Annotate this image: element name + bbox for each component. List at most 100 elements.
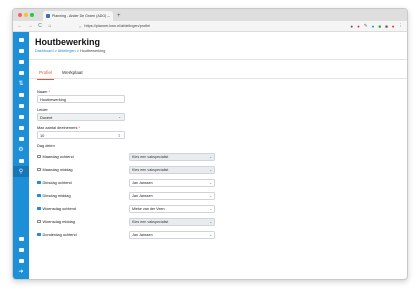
menu-icon[interactable]: ⋮ bbox=[399, 23, 404, 29]
day-part-checkbox[interactable] bbox=[37, 232, 41, 237]
teacher-select[interactable]: Jan Janssen ⌄ bbox=[129, 191, 215, 200]
translate-icon[interactable]: ● bbox=[350, 24, 353, 29]
breadcrumb-current: Houtbewerking bbox=[80, 49, 106, 53]
close-window-button[interactable] bbox=[18, 13, 22, 17]
app-body: ⇅ ⚙ ⚲ ➜ Houtbewerking Dashboard > Afdeli… bbox=[13, 32, 407, 279]
breadcrumb-separator: > bbox=[76, 49, 79, 53]
stepper-icon[interactable]: ⇕ bbox=[118, 133, 121, 138]
chevron-down-icon: ⌄ bbox=[118, 115, 121, 119]
teacher-select-value: Jan Janssen bbox=[132, 193, 153, 198]
day-part-row: Dinsdag middag Jan Janssen ⌄ bbox=[37, 189, 407, 202]
users-icon[interactable] bbox=[13, 67, 29, 78]
teacher-select[interactable]: Jan Janssen ⌄ bbox=[129, 178, 215, 187]
new-tab-button[interactable]: + bbox=[117, 11, 121, 21]
reload-button[interactable]: C bbox=[37, 23, 43, 29]
teacher-select-value: Kies een vakspecialist bbox=[132, 167, 169, 172]
page-title: Houtbewerking bbox=[35, 37, 101, 47]
teacher-select[interactable]: Kies een vakspecialist ⌄ bbox=[129, 165, 215, 174]
car-icon[interactable] bbox=[13, 100, 29, 111]
chevron-down-icon: ⌄ bbox=[209, 232, 212, 237]
maximize-window-button[interactable] bbox=[30, 13, 34, 17]
grid-small-icon[interactable] bbox=[13, 233, 29, 244]
teacher-select[interactable]: Kies een vakspecialist ⌄ bbox=[129, 217, 215, 226]
extension-blue-icon[interactable]: ● bbox=[372, 24, 375, 29]
day-part-checkbox[interactable] bbox=[37, 206, 41, 211]
day-part-checkbox[interactable] bbox=[37, 219, 41, 224]
teacher-select-value: Kies een vakspecialist bbox=[132, 219, 169, 224]
pin-icon[interactable]: ⚲ bbox=[13, 166, 29, 177]
day-part-row: Woensdag middag Kies een vakspecialist ⌄ bbox=[37, 215, 407, 228]
breadcrumb-afdelingen[interactable]: Afdelingen bbox=[58, 49, 76, 53]
day-part-label: Woensdag ochtend bbox=[42, 206, 76, 211]
sidebar-bottom: ➜ bbox=[13, 233, 29, 277]
max-deelnemers-label: Max aantal deelnemers * bbox=[37, 125, 81, 130]
naam-input[interactable]: Houtbewerking bbox=[37, 95, 125, 103]
profile-icon[interactable]: ● bbox=[392, 24, 395, 29]
breadcrumb-dashboard[interactable]: Dashboard bbox=[35, 49, 54, 53]
day-part-checkbox[interactable] bbox=[37, 193, 41, 198]
favicon-icon bbox=[46, 14, 50, 18]
max-deelnemers-input[interactable]: 10 ⇕ bbox=[37, 131, 125, 139]
extension-green-icon[interactable]: ■ bbox=[378, 24, 381, 29]
breadcrumb: Dashboard > Afdelingen > Houtbewerking bbox=[35, 49, 407, 53]
day-part-row: Woensdag ochtend Mieke van der Veen ⌄ bbox=[37, 202, 407, 215]
teacher-select-value: Kies een vakspecialist bbox=[132, 154, 169, 159]
teacher-select-value: Jan Janssen bbox=[132, 232, 153, 237]
naam-label: Naam * bbox=[37, 89, 50, 94]
settings-icon[interactable]: ⚙ bbox=[13, 144, 29, 155]
back-button[interactable]: ← bbox=[17, 23, 23, 29]
chevron-down-icon: ⌄ bbox=[209, 154, 212, 159]
day-part-checkbox[interactable] bbox=[37, 154, 41, 159]
day-part-row: Maandag ochtend Kies een vakspecialist ⌄ bbox=[37, 150, 407, 163]
day-part-row: Donderdag ochtend Jan Janssen ⌄ bbox=[37, 228, 407, 241]
leider-label: Leider bbox=[37, 107, 48, 112]
people-icon[interactable] bbox=[13, 155, 29, 166]
puzzle-icon[interactable]: ■ bbox=[385, 24, 388, 29]
day-part-row: Dinsdag ochtend Jan Janssen ⌄ bbox=[37, 176, 407, 189]
teacher-select[interactable]: Mieke van der Veen ⌄ bbox=[129, 204, 215, 213]
teacher-select-value: Jan Janssen bbox=[132, 180, 153, 185]
day-parts-list: Maandag ochtend Kies een vakspecialist ⌄ Ma… bbox=[37, 150, 407, 241]
breadcrumb-separator: > bbox=[54, 49, 57, 53]
teacher-select[interactable]: Kies een vakspecialist ⌄ bbox=[129, 152, 215, 161]
lock-icon: ○ bbox=[79, 23, 82, 29]
url-text: https://planner.kwn.nl/afdelingen/profie… bbox=[84, 24, 151, 28]
logout-icon[interactable] bbox=[13, 255, 29, 266]
day-part-checkbox[interactable] bbox=[37, 167, 41, 172]
leider-select[interactable]: Docent ⌄ bbox=[37, 113, 125, 121]
main-content: Houtbewerking Dashboard > Afdelingen > H… bbox=[29, 32, 407, 279]
day-part-label: Donderdag ochtend bbox=[42, 232, 77, 237]
sidebar: ⇅ ⚙ ⚲ ➜ bbox=[13, 32, 29, 279]
minimize-window-button[interactable] bbox=[24, 13, 28, 17]
chevron-down-icon: ⌄ bbox=[209, 219, 212, 224]
arrow-icon[interactable]: ➜ bbox=[13, 266, 29, 277]
forward-button[interactable]: → bbox=[27, 23, 33, 29]
window-controls bbox=[18, 13, 34, 17]
chevron-down-icon: ⌄ bbox=[209, 167, 212, 172]
table-icon[interactable] bbox=[13, 122, 29, 133]
browser-tab-title: Planning - Ander De Groen (ADG) — × bbox=[52, 14, 110, 18]
grid-icon[interactable] bbox=[13, 89, 29, 100]
user-icon[interactable] bbox=[13, 244, 29, 255]
sort-icon[interactable]: ⇅ bbox=[13, 78, 29, 89]
building-icon[interactable] bbox=[13, 111, 29, 122]
day-part-checkbox[interactable] bbox=[37, 180, 41, 185]
teacher-select[interactable]: Jan Janssen ⌄ bbox=[129, 230, 215, 239]
calendar-icon[interactable] bbox=[13, 45, 29, 56]
chart-icon[interactable] bbox=[13, 133, 29, 144]
home-button[interactable]: ⌂ bbox=[47, 23, 53, 29]
day-part-label: Maandag ochtend bbox=[42, 154, 74, 159]
day-part-label: Dinsdag ochtend bbox=[42, 180, 72, 185]
extension-red-icon[interactable]: ● bbox=[357, 24, 360, 29]
chevron-down-icon: ⌄ bbox=[209, 193, 212, 198]
tab-profiel[interactable]: Profiel bbox=[37, 70, 55, 80]
browser-tab[interactable]: Planning - Ander De Groen (ADG) — × bbox=[43, 11, 113, 21]
dashboard-icon[interactable] bbox=[13, 34, 29, 45]
list-icon[interactable] bbox=[13, 56, 29, 67]
address-bar[interactable]: ○ https://planner.kwn.nl/afdelingen/prof… bbox=[79, 23, 279, 30]
day-part-label: Woensdag middag bbox=[42, 219, 75, 224]
tab-werkplaat[interactable]: Werkplaat bbox=[60, 70, 85, 79]
extension-icons: ● ● ✎ ● ■ ■ ● ⋮ bbox=[350, 23, 403, 29]
pen-icon[interactable]: ✎ bbox=[364, 23, 368, 29]
teacher-select-value: Mieke van der Veen bbox=[132, 206, 165, 211]
